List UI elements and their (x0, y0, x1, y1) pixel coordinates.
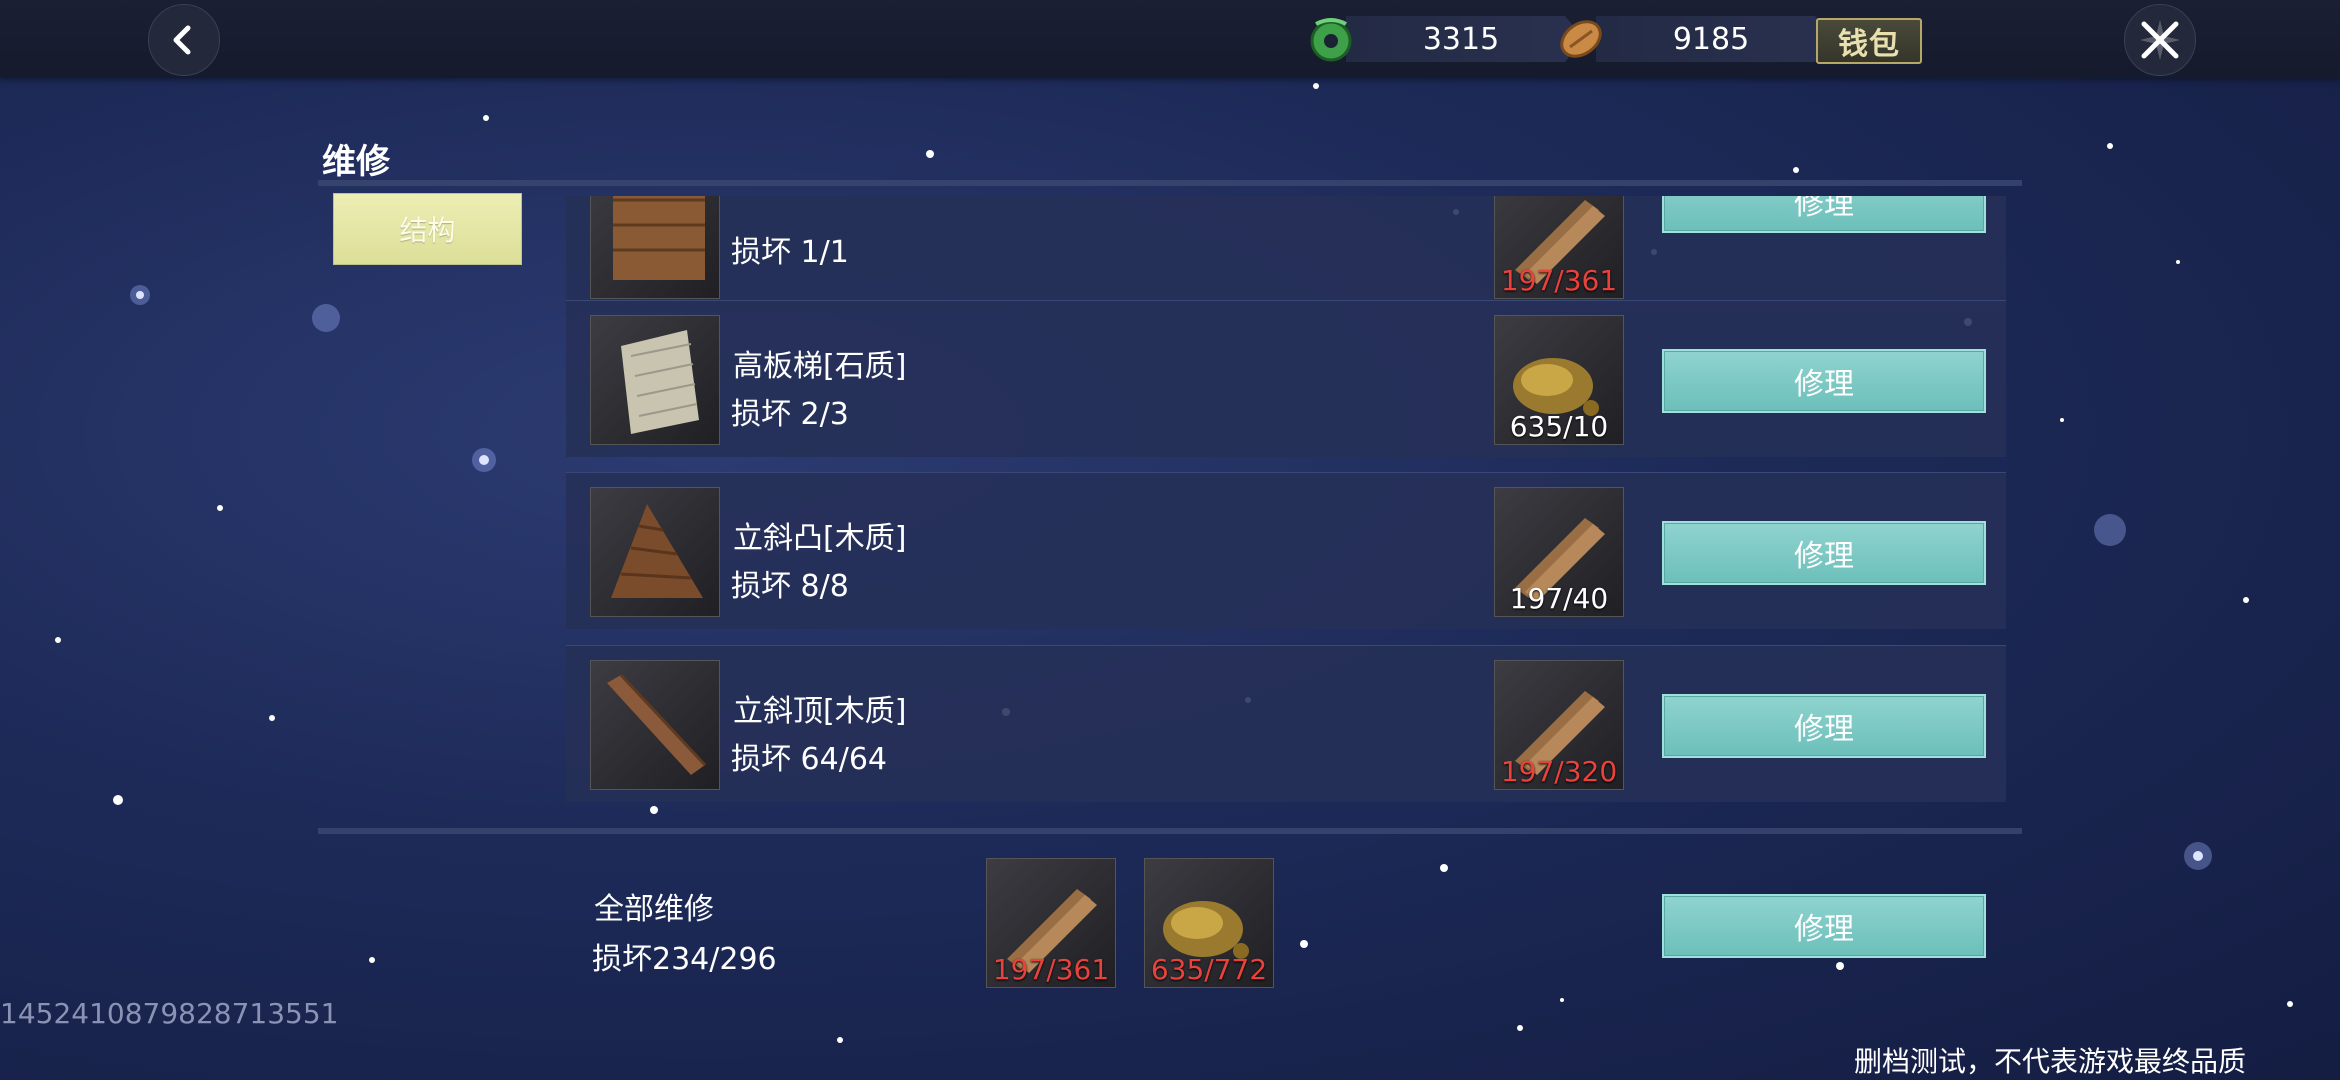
item-name: 立斜顶[木质] (733, 694, 907, 729)
item-thumbnail (590, 487, 720, 617)
item-damage: 损坏 2/3 (731, 397, 849, 432)
repair-all-stone-cost: 635/772 (1144, 858, 1274, 988)
top-bar: 3315 9185 钱包 (0, 0, 2340, 78)
list-item: 损坏 1/1 197/361 修理 (566, 196, 2006, 311)
bottom-divider (318, 828, 2022, 834)
material-thumbnail: 635/10 (1494, 315, 1624, 445)
item-thumbnail (590, 315, 720, 445)
material-thumbnail: 197/40 (1494, 487, 1624, 617)
top-divider (318, 180, 2022, 186)
disclaimer-text: 删档测试，不代表游戏最终品质 (1854, 1045, 2247, 1078)
item-thumbnail (590, 196, 720, 299)
repair-all-damage: 损坏234/296 (592, 942, 777, 977)
close-icon (2140, 20, 2180, 60)
repair-all-wood-cost: 197/361 (986, 858, 1116, 988)
back-arrow-icon (173, 25, 191, 55)
coin-value: 9185 (1672, 22, 1750, 57)
material-thumbnail: 197/361 (1494, 196, 1624, 299)
material-cost: 197/361 (1500, 264, 1618, 297)
material-cost: 197/320 (1500, 755, 1618, 788)
jade-icon (1310, 18, 1352, 62)
close-button[interactable] (2124, 4, 2196, 76)
tab-structure[interactable]: 结构 (333, 193, 522, 265)
repair-list[interactable]: 损坏 1/1 197/361 修理 高板梯[石质] 损坏 2/3 635/10 … (566, 196, 2008, 816)
item-thumbnail (590, 660, 720, 790)
repair-button[interactable]: 修理 (1662, 694, 1986, 758)
repair-button[interactable]: 修理 (1662, 521, 1986, 585)
repair-all-label: 全部维修 (594, 892, 714, 927)
jade-value: 3315 (1422, 22, 1500, 57)
material-thumbnail: 197/320 (1494, 660, 1624, 790)
repair-button[interactable]: 修理 (1662, 196, 1986, 233)
watermark-id: 1452410879828713551 (0, 997, 339, 1030)
material-cost: 635/772 (1150, 953, 1268, 986)
item-name: 立斜凸[木质] (733, 521, 907, 556)
list-item: 高板梯[石质] 损坏 2/3 635/10 修理 (566, 300, 2006, 457)
coin-icon (1560, 20, 1602, 58)
item-damage: 损坏 64/64 (731, 742, 887, 777)
list-item: 立斜凸[木质] 损坏 8/8 197/40 修理 (566, 472, 2006, 629)
repair-all-button[interactable]: 修理 (1662, 894, 1986, 958)
repair-button[interactable]: 修理 (1662, 349, 1986, 413)
material-cost: 635/10 (1509, 410, 1609, 443)
item-damage: 损坏 1/1 (731, 235, 849, 270)
list-item: 立斜顶[木质] 损坏 64/64 197/320 修理 (566, 645, 2006, 802)
back-button[interactable] (148, 4, 220, 76)
item-damage: 损坏 8/8 (731, 569, 849, 604)
coin-currency: 9185 (1556, 16, 1836, 62)
jade-currency: 3315 (1306, 16, 1586, 62)
wallet-button[interactable]: 钱包 (1816, 18, 1922, 64)
item-name: 高板梯[石质] (733, 349, 907, 384)
material-cost: 197/361 (992, 953, 1110, 986)
material-cost: 197/40 (1509, 582, 1609, 615)
panel-title: 维修 (322, 142, 390, 182)
